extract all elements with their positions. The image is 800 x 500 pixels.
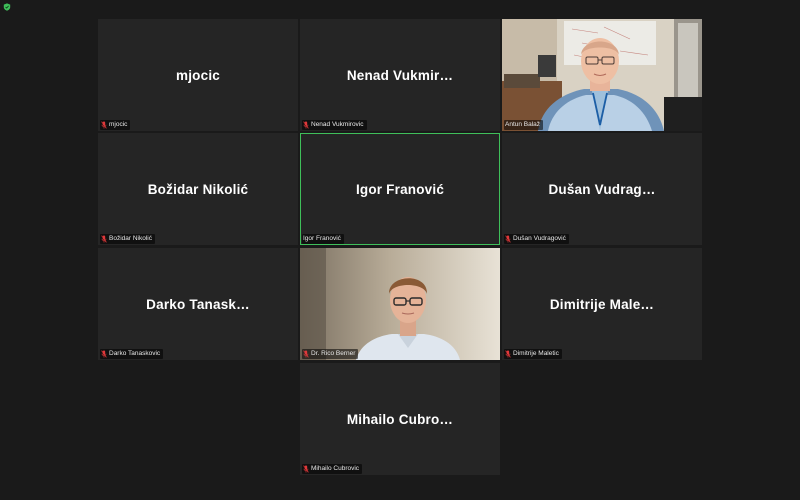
- participant-video: [300, 248, 500, 360]
- participant-name-tag: Nenad Vukmirovic: [302, 120, 367, 130]
- participant-name-tag: Božidar Nikolić: [100, 234, 155, 244]
- mic-muted-icon: [101, 350, 107, 358]
- participant-name-tag: Igor Franović: [302, 234, 344, 244]
- participant-label: Antun Balaž: [505, 121, 541, 128]
- participant-video: [502, 19, 702, 131]
- participant-name-tag: Antun Balaž: [504, 120, 544, 130]
- participant-tile-igor[interactable]: Igor Franović Igor Franović: [300, 133, 500, 245]
- participant-display-name: Dimitrije Male…: [549, 296, 655, 312]
- participant-label: Božidar Nikolić: [109, 235, 152, 242]
- shield-check-icon[interactable]: [3, 3, 11, 11]
- participant-tile-mihailo[interactable]: Mihailo Cubro… Mihailo Cubrovic: [300, 363, 500, 475]
- participant-name-tag: Dimitrije Maletic: [504, 349, 562, 359]
- participant-tile-dusan[interactable]: Dušan Vudrag… Dušan Vudragović: [502, 133, 702, 245]
- participant-tile-darko[interactable]: Darko Tanask… Darko Tanaskovic: [98, 248, 298, 360]
- mic-muted-icon: [101, 235, 107, 243]
- participant-label: Dušan Vudragović: [513, 235, 566, 242]
- participant-label: Mihailo Cubrovic: [311, 465, 360, 472]
- participant-tile-nenad[interactable]: Nenad Vukmir… Nenad Vukmirovic: [300, 19, 500, 131]
- participant-display-name: Darko Tanask…: [146, 296, 250, 312]
- participant-name-tag: Mihailo Cubrovic: [302, 464, 363, 474]
- participant-tile-mjocic[interactable]: mjocic mjocic: [98, 19, 298, 131]
- participant-display-name: Božidar Nikolić: [147, 181, 249, 197]
- mic-muted-icon: [505, 350, 511, 358]
- mic-muted-icon: [303, 465, 309, 473]
- mic-muted-icon: [101, 121, 107, 129]
- participant-name-tag: mjocic: [100, 120, 131, 130]
- participant-label: Nenad Vukmirovic: [311, 121, 364, 128]
- mic-muted-icon: [505, 235, 511, 243]
- participant-display-name: Dušan Vudrag…: [548, 181, 656, 197]
- participant-display-name: mjocic: [176, 67, 220, 83]
- participant-display-name: Mihailo Cubro…: [346, 411, 454, 427]
- participant-tile-antun[interactable]: Antun Balaž: [502, 19, 702, 131]
- participant-tile-bozidar[interactable]: Božidar Nikolić Božidar Nikolić: [98, 133, 298, 245]
- participant-label: Dimitrije Maletic: [513, 350, 559, 357]
- participant-name-tag: Dr. Rico Berner: [302, 349, 359, 359]
- participant-label: Dr. Rico Berner: [311, 350, 356, 357]
- participant-name-tag: Dušan Vudragović: [504, 234, 569, 244]
- participant-tile-dimitrije[interactable]: Dimitrije Male… Dimitrije Maletic: [502, 248, 702, 360]
- mic-muted-icon: [303, 121, 309, 129]
- participant-name-tag: Darko Tanaskovic: [100, 349, 164, 359]
- participant-label: Igor Franović: [303, 235, 341, 242]
- mic-muted-icon: [303, 350, 309, 358]
- participant-label: mjocic: [109, 121, 128, 128]
- participant-display-name: Nenad Vukmir…: [346, 67, 454, 83]
- participant-tile-rico[interactable]: Dr. Rico Berner: [300, 248, 500, 360]
- participant-display-name: Igor Franović: [355, 181, 445, 197]
- participant-label: Darko Tanaskovic: [109, 350, 161, 357]
